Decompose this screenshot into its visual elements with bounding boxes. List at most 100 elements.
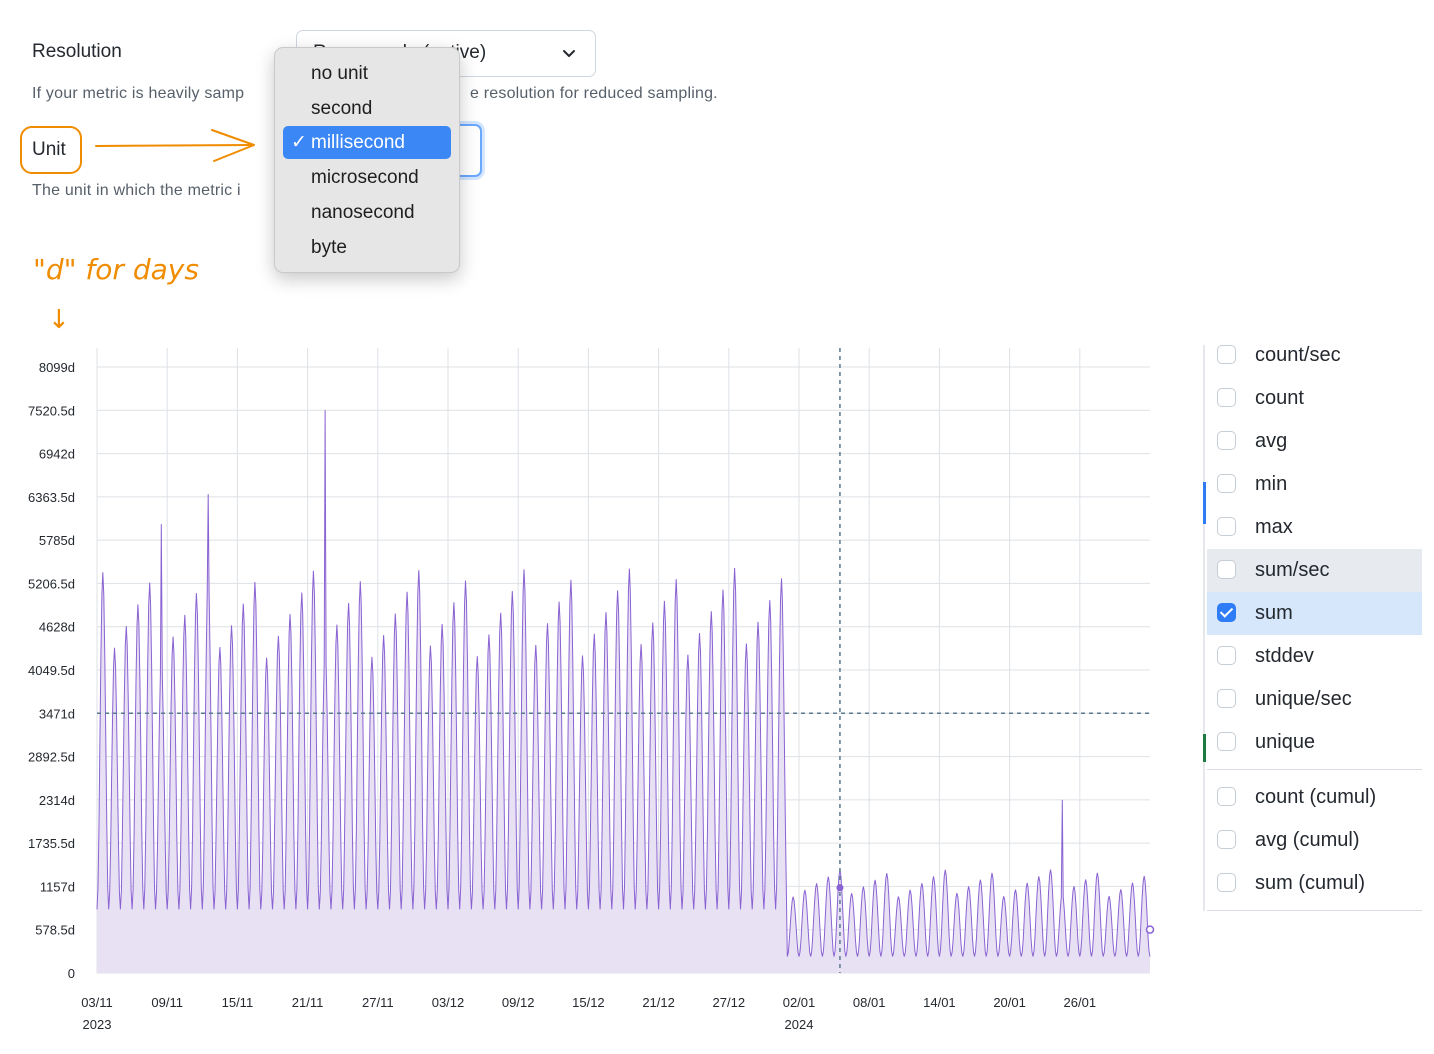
unit-option-byte[interactable]: byte [283,231,451,264]
y-tick-label: 2892.5d [28,750,75,765]
unit-option-millisecond[interactable]: ✓ millisecond [283,126,451,159]
resolution-label: Resolution [32,41,122,62]
legend-item-label: sum (cumul) [1255,872,1366,894]
unit-help: The unit in which the metric i [32,182,241,199]
legend-item-label: avg (cumul) [1255,829,1360,851]
x-tick-label: 08/01 [853,995,886,1010]
legend-checkbox[interactable] [1217,873,1236,892]
x-tick-label: 09/12 [502,995,535,1010]
legend-item-label: sum/sec [1255,559,1330,581]
legend-checkbox[interactable] [1217,830,1236,849]
unit-dropdown-menu: no unit second ✓ millisecond microsecond… [274,47,460,273]
unit-option-label: no unit [311,63,369,84]
chevron-down-icon [561,45,577,66]
chart-y-axis: 0 578.5d 1157d 1735.5d 2314d 2892.5d 3471d 4049… [28,360,75,981]
down-arrow-icon: ↓ [48,305,70,335]
legend-panel-edge-blue [1203,482,1206,524]
x-tick-label: 14/01 [923,995,956,1010]
chart-x-axis: 03/11 09/11 15/11 21/11 27/11 03/12 09/12 15/12… [81,995,1096,1032]
legend-item-label: count [1255,387,1304,409]
legend-checkbox[interactable] [1217,689,1236,708]
legend-item-sum[interactable]: sum [1207,592,1422,635]
unit-option-label: millisecond [311,132,405,153]
legend-item-max[interactable]: max [1207,506,1422,549]
y-tick-label: 4628d [39,620,75,635]
unit-option-no-unit[interactable]: no unit [283,57,451,90]
legend-bottom-divider [1207,910,1422,911]
metric-chart[interactable]: 0 578.5d 1157d 1735.5d 2314d 2892.5d 3471d 4049… [0,340,1160,1050]
x-tick-label: 15/12 [572,995,605,1010]
x-year-label: 2023 [83,1017,112,1032]
unit-option-microsecond[interactable]: microsecond [283,161,451,194]
unit-option-label: byte [311,237,347,258]
unit-option-label: second [311,98,373,119]
legend-divider [1207,769,1422,770]
x-tick-label: 27/12 [713,995,746,1010]
legend-item-label: unique [1255,731,1316,753]
legend-panel-edge-green [1203,734,1206,762]
y-tick-label: 3471d [39,706,75,721]
legend-checkbox[interactable] [1217,517,1236,536]
legend-checkbox[interactable] [1217,560,1236,579]
x-tick-label: 20/01 [993,995,1026,1010]
y-tick-label: 6942d [39,447,75,462]
checkmark-icon: ✓ [291,132,307,153]
series-end-point [1145,925,1155,934]
legend-item-stddev[interactable]: stddev [1207,635,1422,678]
y-tick-label: 1735.5d [28,836,75,851]
legend-item-min[interactable]: min [1207,463,1422,506]
unit-option-nanosecond[interactable]: nanosecond [283,196,451,229]
legend-item-label: count (cumul) [1255,786,1377,808]
unit-option-label: microsecond [311,167,419,188]
x-tick-label: 15/11 [222,995,254,1010]
legend-item-label: stddev [1255,645,1314,667]
legend-item-label: unique/sec [1255,688,1352,710]
x-tick-label: 03/11 [81,995,113,1010]
legend-checkbox[interactable] [1217,787,1236,806]
legend-checkbox[interactable] [1217,388,1236,407]
x-tick-label: 27/11 [362,995,394,1010]
y-tick-label: 1157d [40,879,75,894]
legend-item-unique[interactable]: unique [1207,721,1422,764]
resolution-help-left: If your metric is heavily samp [32,85,245,102]
legend-item-unique-sec[interactable]: unique/sec [1207,678,1422,721]
y-tick-label: 0 [68,966,75,981]
legend-checkbox[interactable] [1217,345,1236,364]
x-tick-label: 21/11 [292,995,324,1010]
unit-label: Unit [32,139,66,160]
legend-item-label: max [1255,516,1293,538]
x-tick-label: 26/01 [1064,995,1097,1010]
legend-checkbox[interactable] [1217,474,1236,493]
legend-item-label: count/sec [1255,344,1341,366]
y-tick-label: 4049.5d [28,663,75,678]
legend-item-sum-cumul[interactable]: sum (cumul) [1207,862,1422,905]
y-tick-label: 6363.5d [28,490,75,505]
y-tick-label: 8099d [39,360,75,375]
y-tick-label: 7520.5d [28,403,75,418]
legend-item-sum-sec[interactable]: sum/sec [1207,549,1422,592]
legend-item-count-sec[interactable]: count/sec [1207,334,1422,377]
x-tick-label: 02/01 [783,995,816,1010]
x-tick-label: 21/12 [642,995,675,1010]
legend-checkbox[interactable] [1217,431,1236,450]
unit-option-second[interactable]: second [283,92,451,125]
legend-item-count-cumul[interactable]: count (cumul) [1207,776,1422,819]
x-year-label: 2024 [785,1017,814,1032]
legend-item-avg[interactable]: avg [1207,420,1422,463]
legend-item-count[interactable]: count [1207,377,1422,420]
legend-checkbox[interactable] [1217,646,1236,665]
legend-panel-edge [1203,345,1205,911]
y-tick-label: 578.5d [35,923,75,938]
legend-checkbox[interactable] [1217,603,1236,622]
y-tick-label: 5785d [39,533,75,548]
chart-series-area [96,410,1155,973]
resolution-help-right: e resolution for reduced sampling. [470,85,718,102]
days-annotation: "d" for days [33,253,199,286]
legend-checkbox[interactable] [1217,732,1236,751]
legend-item-label: avg [1255,430,1288,452]
x-tick-label: 09/11 [151,995,183,1010]
crosshair-point [836,884,844,892]
legend-item-avg-cumul[interactable]: avg (cumul) [1207,819,1422,862]
x-tick-label: 03/12 [432,995,465,1010]
series-area-fill [97,410,1150,973]
